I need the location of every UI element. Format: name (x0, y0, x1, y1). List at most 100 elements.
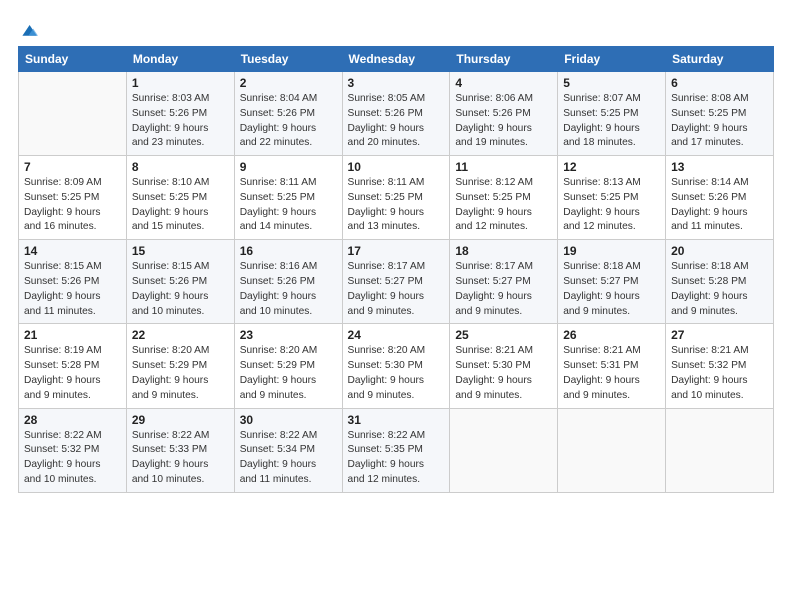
day-info: Sunrise: 8:15 AMSunset: 5:26 PMDaylight:… (132, 260, 229, 319)
logo-icon (20, 22, 38, 40)
day-number: 22 (132, 328, 229, 342)
day-info: Sunrise: 8:08 AMSunset: 5:25 PMDaylight:… (671, 92, 768, 151)
day-info: Sunrise: 8:11 AMSunset: 5:25 PMDaylight:… (240, 176, 337, 235)
calendar-cell: 21Sunrise: 8:19 AMSunset: 5:28 PMDayligh… (19, 324, 127, 408)
day-number: 7 (24, 160, 121, 174)
week-row-3: 14Sunrise: 8:15 AMSunset: 5:26 PMDayligh… (19, 240, 774, 324)
day-info: Sunrise: 8:11 AMSunset: 5:25 PMDaylight:… (348, 176, 445, 235)
calendar-cell: 15Sunrise: 8:15 AMSunset: 5:26 PMDayligh… (126, 240, 234, 324)
weekday-header-tuesday: Tuesday (234, 47, 342, 72)
calendar-cell: 31Sunrise: 8:22 AMSunset: 5:35 PMDayligh… (342, 408, 450, 492)
day-info: Sunrise: 8:16 AMSunset: 5:26 PMDaylight:… (240, 260, 337, 319)
calendar-cell: 11 Sunrise: 8:12 AMSunset: 5:25 PMDayligh… (450, 156, 558, 240)
calendar-cell: 2 Sunrise: 8:04 AMSunset: 5:26 PMDaylight… (234, 72, 342, 156)
weekday-header-row: SundayMondayTuesdayWednesdayThursdayFrid… (19, 47, 774, 72)
calendar-cell: 6 Sunrise: 8:08 AMSunset: 5:25 PMDaylight… (666, 72, 774, 156)
calendar-cell: 24 Sunrise: 8:20 AMSunset: 5:30 PMDayligh… (342, 324, 450, 408)
day-info: Sunrise: 8:21 AMSunset: 5:31 PMDaylight:… (563, 344, 660, 403)
day-info: Sunrise: 8:22 AMSunset: 5:34 PMDaylight:… (240, 429, 337, 488)
day-number: 17 (348, 244, 445, 258)
day-number: 19 (563, 244, 660, 258)
day-info: Sunrise: 8:22 AMSunset: 5:32 PMDaylight:… (24, 429, 121, 488)
calendar-cell: 4Sunrise: 8:06 AMSunset: 5:26 PMDaylight… (450, 72, 558, 156)
day-number: 25 (455, 328, 552, 342)
calendar-cell (666, 408, 774, 492)
day-info: Sunrise: 8:09 AMSunset: 5:25 PMDaylight:… (24, 176, 121, 235)
day-number: 30 (240, 413, 337, 427)
weekday-header-wednesday: Wednesday (342, 47, 450, 72)
day-info: Sunrise: 8:18 AMSunset: 5:28 PMDaylight:… (671, 260, 768, 319)
day-info: Sunrise: 8:12 AMSunset: 5:25 PMDaylight:… (455, 176, 552, 235)
week-row-4: 21Sunrise: 8:19 AMSunset: 5:28 PMDayligh… (19, 324, 774, 408)
calendar-cell: 30 Sunrise: 8:22 AMSunset: 5:34 PMDayligh… (234, 408, 342, 492)
day-info: Sunrise: 8:21 AMSunset: 5:30 PMDaylight:… (455, 344, 552, 403)
calendar-cell: 3Sunrise: 8:05 AMSunset: 5:26 PMDaylight… (342, 72, 450, 156)
day-info: Sunrise: 8:03 AMSunset: 5:26 PMDaylight:… (132, 92, 229, 151)
day-number: 12 (563, 160, 660, 174)
day-info: Sunrise: 8:15 AMSunset: 5:26 PMDaylight:… (24, 260, 121, 319)
calendar-cell: 20 Sunrise: 8:18 AMSunset: 5:28 PMDayligh… (666, 240, 774, 324)
day-info: Sunrise: 8:21 AMSunset: 5:32 PMDaylight:… (671, 344, 768, 403)
calendar-cell: 29 Sunrise: 8:22 AMSunset: 5:33 PMDayligh… (126, 408, 234, 492)
day-number: 31 (348, 413, 445, 427)
day-number: 23 (240, 328, 337, 342)
calendar-cell: 17 Sunrise: 8:17 AMSunset: 5:27 PMDayligh… (342, 240, 450, 324)
day-info: Sunrise: 8:17 AMSunset: 5:27 PMDaylight:… (348, 260, 445, 319)
header (18, 18, 774, 40)
calendar-cell: 28 Sunrise: 8:22 AMSunset: 5:32 PMDayligh… (19, 408, 127, 492)
day-info: Sunrise: 8:13 AMSunset: 5:25 PMDaylight:… (563, 176, 660, 235)
day-number: 20 (671, 244, 768, 258)
calendar-cell: 27Sunrise: 8:21 AMSunset: 5:32 PMDayligh… (666, 324, 774, 408)
calendar-cell: 13 Sunrise: 8:14 AMSunset: 5:26 PMDayligh… (666, 156, 774, 240)
day-info: Sunrise: 8:20 AMSunset: 5:30 PMDaylight:… (348, 344, 445, 403)
calendar-cell: 1 Sunrise: 8:03 AMSunset: 5:26 PMDaylight… (126, 72, 234, 156)
weekday-header-monday: Monday (126, 47, 234, 72)
calendar-cell: 22 Sunrise: 8:20 AMSunset: 5:29 PMDayligh… (126, 324, 234, 408)
day-info: Sunrise: 8:10 AMSunset: 5:25 PMDaylight:… (132, 176, 229, 235)
page-container: SundayMondayTuesdayWednesdayThursdayFrid… (0, 0, 792, 503)
day-info: Sunrise: 8:18 AMSunset: 5:27 PMDaylight:… (563, 260, 660, 319)
calendar-cell: 14Sunrise: 8:15 AMSunset: 5:26 PMDayligh… (19, 240, 127, 324)
logo (18, 22, 38, 40)
day-number: 29 (132, 413, 229, 427)
day-number: 24 (348, 328, 445, 342)
day-info: Sunrise: 8:22 AMSunset: 5:33 PMDaylight:… (132, 429, 229, 488)
day-info: Sunrise: 8:14 AMSunset: 5:26 PMDaylight:… (671, 176, 768, 235)
calendar-cell (19, 72, 127, 156)
calendar-cell: 9 Sunrise: 8:11 AMSunset: 5:25 PMDaylight… (234, 156, 342, 240)
day-number: 2 (240, 76, 337, 90)
day-number: 10 (348, 160, 445, 174)
calendar-cell: 18 Sunrise: 8:17 AMSunset: 5:27 PMDayligh… (450, 240, 558, 324)
week-row-1: 1 Sunrise: 8:03 AMSunset: 5:26 PMDaylight… (19, 72, 774, 156)
day-number: 11 (455, 160, 552, 174)
day-info: Sunrise: 8:04 AMSunset: 5:26 PMDaylight:… (240, 92, 337, 151)
calendar-cell (450, 408, 558, 492)
day-number: 5 (563, 76, 660, 90)
day-number: 18 (455, 244, 552, 258)
day-number: 1 (132, 76, 229, 90)
calendar-cell: 26Sunrise: 8:21 AMSunset: 5:31 PMDayligh… (558, 324, 666, 408)
calendar-cell: 5 Sunrise: 8:07 AMSunset: 5:25 PMDaylight… (558, 72, 666, 156)
day-number: 13 (671, 160, 768, 174)
calendar-cell: 25 Sunrise: 8:21 AMSunset: 5:30 PMDayligh… (450, 324, 558, 408)
day-info: Sunrise: 8:20 AMSunset: 5:29 PMDaylight:… (132, 344, 229, 403)
calendar-cell (558, 408, 666, 492)
calendar-cell: 7 Sunrise: 8:09 AMSunset: 5:25 PMDaylight… (19, 156, 127, 240)
day-info: Sunrise: 8:17 AMSunset: 5:27 PMDaylight:… (455, 260, 552, 319)
day-info: Sunrise: 8:20 AMSunset: 5:29 PMDaylight:… (240, 344, 337, 403)
weekday-header-saturday: Saturday (666, 47, 774, 72)
day-info: Sunrise: 8:05 AMSunset: 5:26 PMDaylight:… (348, 92, 445, 151)
week-row-2: 7 Sunrise: 8:09 AMSunset: 5:25 PMDaylight… (19, 156, 774, 240)
day-number: 6 (671, 76, 768, 90)
day-info: Sunrise: 8:19 AMSunset: 5:28 PMDaylight:… (24, 344, 121, 403)
calendar-cell: 16Sunrise: 8:16 AMSunset: 5:26 PMDayligh… (234, 240, 342, 324)
week-row-5: 28 Sunrise: 8:22 AMSunset: 5:32 PMDayligh… (19, 408, 774, 492)
calendar-table: SundayMondayTuesdayWednesdayThursdayFrid… (18, 46, 774, 493)
calendar-cell: 8Sunrise: 8:10 AMSunset: 5:25 PMDaylight… (126, 156, 234, 240)
day-info: Sunrise: 8:07 AMSunset: 5:25 PMDaylight:… (563, 92, 660, 151)
weekday-header-thursday: Thursday (450, 47, 558, 72)
calendar-cell: 10 Sunrise: 8:11 AMSunset: 5:25 PMDayligh… (342, 156, 450, 240)
day-number: 28 (24, 413, 121, 427)
calendar-cell: 12 Sunrise: 8:13 AMSunset: 5:25 PMDayligh… (558, 156, 666, 240)
day-number: 9 (240, 160, 337, 174)
